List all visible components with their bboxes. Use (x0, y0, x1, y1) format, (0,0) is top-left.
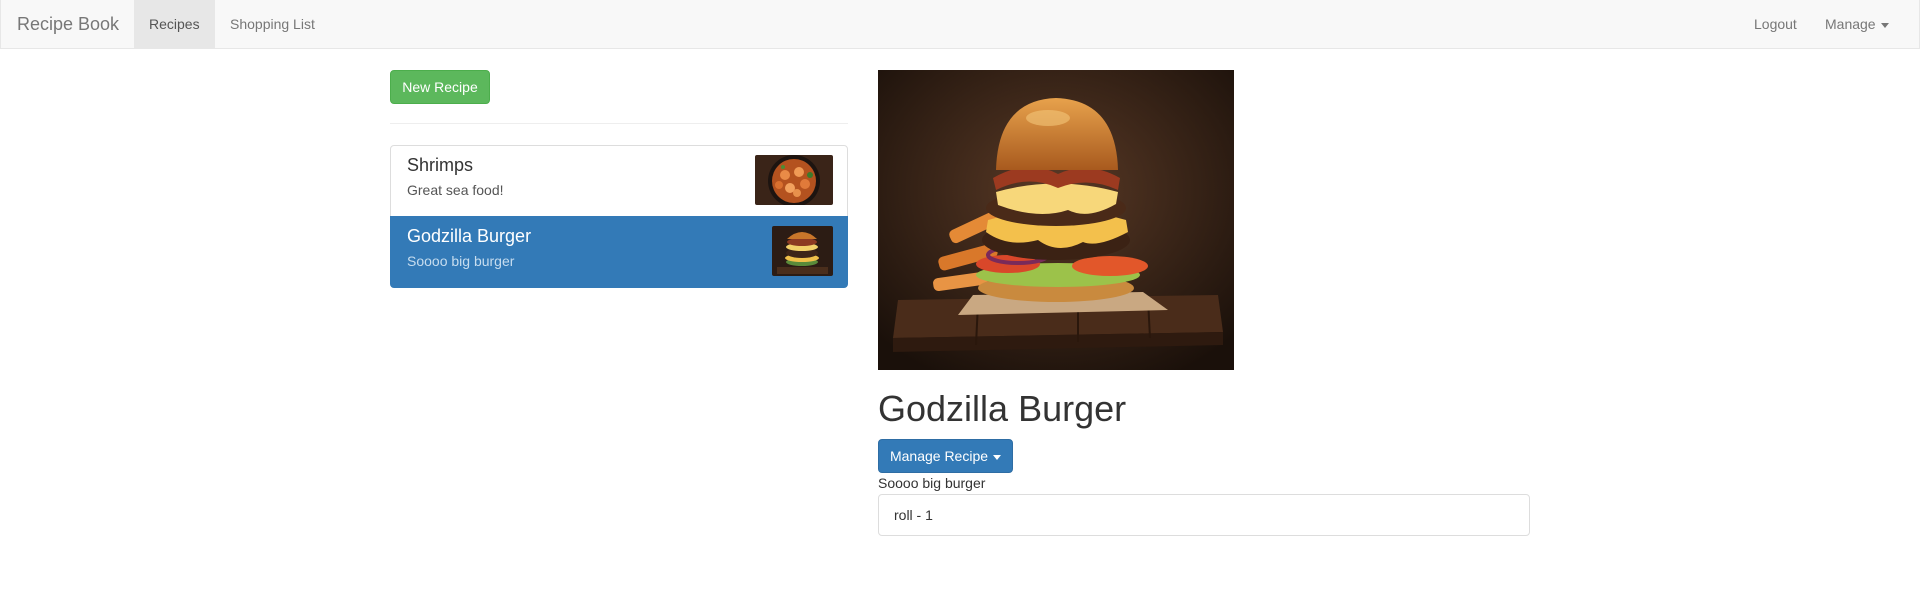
ingredient-list: roll - 1 (878, 494, 1530, 536)
caret-down-icon (993, 454, 1002, 460)
recipe-item-name: Shrimps (407, 155, 474, 175)
recipe-description: Soooo big burger (878, 475, 986, 491)
brand-link[interactable]: Recipe Book (17, 0, 119, 48)
manage-recipe-label: Manage Recipe (889, 448, 989, 464)
nav-logout[interactable]: Logout (1739, 0, 1812, 49)
caret-down-icon (1880, 22, 1889, 28)
shrimp-dish-thumbnail (755, 155, 833, 205)
new-recipe-button[interactable]: New Recipe (390, 70, 490, 104)
nav-recipes[interactable]: Recipes (134, 0, 215, 49)
nav-shopping-list[interactable]: Shopping List (215, 0, 330, 49)
recipe-list: Shrimps Great sea food! Godzilla Burger … (390, 145, 848, 288)
recipe-image (878, 70, 1234, 370)
recipe-item-description: Soooo big burger (407, 253, 515, 269)
divider (390, 123, 848, 124)
recipe-title: Godzilla Burger (878, 388, 1127, 429)
recipe-list-item[interactable]: Godzilla Burger Soooo big burger (390, 216, 848, 288)
nav-manage-dropdown[interactable]: Manage (1810, 0, 1904, 49)
navbar: Recipe Book Recipes Shopping List Logout… (0, 0, 1920, 49)
recipe-item-name: Godzilla Burger (407, 226, 532, 246)
nav-manage-label: Manage (1825, 16, 1876, 32)
recipe-list-item[interactable]: Shrimps Great sea food! (390, 145, 848, 217)
recipe-item-description: Great sea food! (407, 182, 504, 198)
ingredient-item: roll - 1 (878, 494, 1530, 536)
manage-recipe-button[interactable]: Manage Recipe (878, 439, 1013, 473)
burger-thumbnail (772, 226, 833, 276)
